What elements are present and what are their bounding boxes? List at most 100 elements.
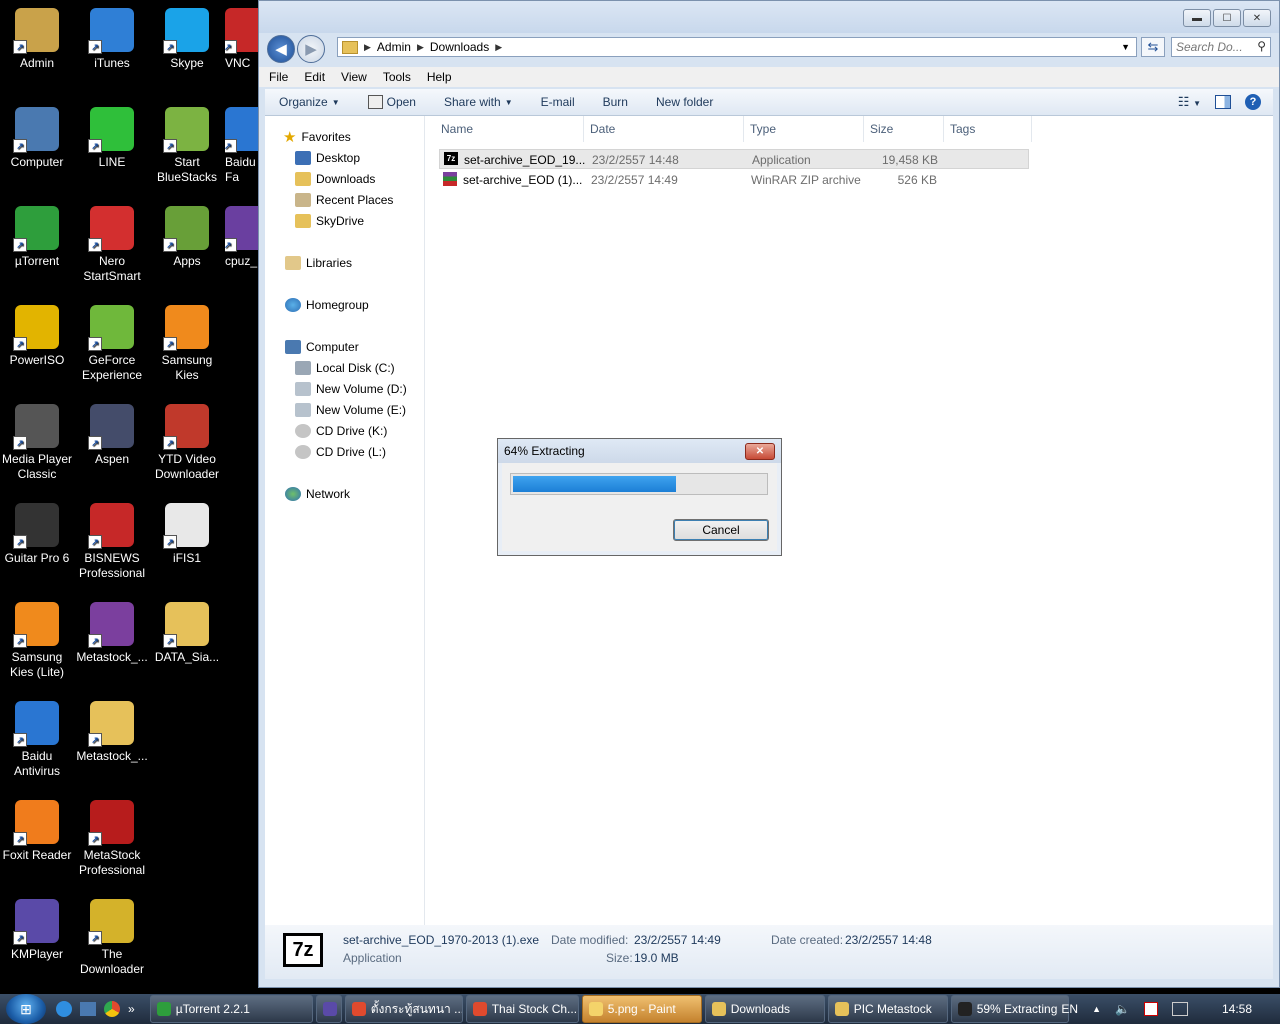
desktop-icon-nero-startsmart[interactable]: ↗ Nero StartSmart xyxy=(75,206,149,284)
explorer-titlebar[interactable]: ▬ ☐ ✕ xyxy=(259,1,1279,33)
nav-volume-e[interactable]: New Volume (E:) xyxy=(295,400,406,420)
nav-computer[interactable]: Computer xyxy=(285,337,359,357)
desktop-icon-itunes[interactable]: ↗ iTunes xyxy=(75,8,149,71)
desktop-icon-apps[interactable]: ↗ Apps xyxy=(150,206,224,269)
back-button[interactable]: ◀ xyxy=(267,35,295,63)
nav-network[interactable]: Network xyxy=(285,484,350,504)
taskbar-button[interactable] xyxy=(315,995,342,1023)
desktop-icon-admin[interactable]: ↗ Admin xyxy=(0,8,74,71)
nav-favorites[interactable]: ★ Favorites xyxy=(283,127,351,147)
clock[interactable]: 14:58 xyxy=(1222,1002,1252,1016)
desktop-icon-skype[interactable]: ↗ Skype xyxy=(150,8,224,71)
taskbar-button[interactable]: 5.png - Paint xyxy=(581,995,702,1023)
address-bar[interactable]: ▶ Admin ▶ Downloads ▶ ▼ xyxy=(337,37,1137,57)
nav-recent-places[interactable]: Recent Places xyxy=(295,190,393,210)
taskbar-button[interactable]: 59% Extracting xyxy=(950,995,1069,1023)
taskbar-button[interactable]: ตั้งกระทู้สนทนา ... xyxy=(344,995,463,1023)
email-button[interactable]: E-mail xyxy=(527,95,589,109)
desktop-icon-metastock-professional[interactable]: ↗ MetaStock Professional xyxy=(75,800,149,878)
network-tray-icon[interactable] xyxy=(1171,1002,1188,1016)
minimize-button[interactable]: ▬ xyxy=(1183,9,1211,27)
desktop-icon-bisnews-professional[interactable]: ↗ BISNEWS Professional xyxy=(75,503,149,581)
close-button[interactable]: ✕ xyxy=(1243,9,1271,27)
menu-tools[interactable]: Tools xyxy=(383,70,411,84)
taskbar-button[interactable]: Thai Stock Ch... xyxy=(465,995,579,1023)
menu-view[interactable]: View xyxy=(341,70,367,84)
taskbar-button[interactable]: PIC Metastock xyxy=(827,995,948,1023)
desktop-icon-baidu-antivirus[interactable]: ↗ Baidu Antivirus xyxy=(0,701,74,779)
desktop-icon-the-downloader[interactable]: ↗ The Downloader xyxy=(75,899,149,977)
burn-button[interactable]: Burn xyxy=(589,95,642,109)
breadcrumb-admin[interactable]: Admin xyxy=(377,40,411,54)
start-button[interactable]: ⊞ xyxy=(6,994,46,1024)
desktop-icon-torrent[interactable]: ↗ µTorrent xyxy=(0,206,74,269)
nav-local-disk-c[interactable]: Local Disk (C:) xyxy=(295,358,395,378)
app-icon: ↗ xyxy=(88,701,134,747)
column-type[interactable]: Type xyxy=(744,116,864,142)
desktop-icon-start-bluestacks[interactable]: ↗ Start BlueStacks xyxy=(150,107,224,185)
desktop-icon-metastock[interactable]: ↗ Metastock_... xyxy=(75,701,149,764)
nav-skydrive[interactable]: SkyDrive xyxy=(295,211,364,231)
desktop-icon-ifis1[interactable]: ↗ iFIS1 xyxy=(150,503,224,566)
menu-file[interactable]: File xyxy=(269,70,288,84)
desktop-icon-ytd-video-downloader[interactable]: ↗ YTD Video Downloader xyxy=(150,404,224,482)
maximize-button[interactable]: ☐ xyxy=(1213,9,1241,27)
open-button[interactable]: Open xyxy=(354,95,430,109)
forward-button[interactable]: ▶ xyxy=(297,35,325,63)
view-options-icon[interactable]: ☷ ▼ xyxy=(1178,94,1201,110)
nav-cd-drive-k[interactable]: CD Drive (K:) xyxy=(295,421,387,441)
desktop-icon-guitar-pro-6[interactable]: ↗ Guitar Pro 6 xyxy=(0,503,74,566)
desktop-icon-poweriso[interactable]: ↗ PowerISO xyxy=(0,305,74,368)
show-desktop-icon[interactable] xyxy=(80,1002,96,1016)
menu-edit[interactable]: Edit xyxy=(304,70,325,84)
desktop-icon-cpuz[interactable]: ↗ cpuz_ xyxy=(225,206,258,269)
desktop-icon-computer[interactable]: ↗ Computer xyxy=(0,107,74,170)
desktop-icon-aspen[interactable]: ↗ Aspen xyxy=(75,404,149,467)
taskbar-button[interactable]: Downloads xyxy=(704,995,825,1023)
desktop-icon-media-player-classic[interactable]: ↗ Media Player Classic xyxy=(0,404,74,482)
flag-icon[interactable] xyxy=(1143,1002,1158,1016)
desktop-icon-samsung-kies-lite[interactable]: ↗ Samsung Kies (Lite) xyxy=(0,602,74,680)
desktop-icon-samsung-kies[interactable]: ↗ Samsung Kies xyxy=(150,305,224,383)
search-input[interactable]: Search Do... ⚲ xyxy=(1171,37,1271,57)
chrome-icon[interactable] xyxy=(104,1001,120,1017)
volume-icon[interactable]: 🔈 xyxy=(1115,1002,1130,1016)
desktop-icon-geforce-experience[interactable]: ↗ GeForce Experience xyxy=(75,305,149,383)
nav-volume-d[interactable]: New Volume (D:) xyxy=(295,379,407,399)
menu-help[interactable]: Help xyxy=(427,70,452,84)
new-folder-button[interactable]: New folder xyxy=(642,95,727,109)
nav-cd-drive-l[interactable]: CD Drive (L:) xyxy=(295,442,386,462)
desktop-icon-vnc[interactable]: ↗ VNC xyxy=(225,8,258,71)
tray-expand-icon[interactable]: ▲ xyxy=(1092,1004,1101,1014)
breadcrumb-downloads[interactable]: Downloads xyxy=(430,40,489,54)
column-date[interactable]: Date xyxy=(584,116,744,142)
file-row[interactable]: set-archive_EOD (1)... 23/2/2557 14:49 W… xyxy=(439,170,1029,190)
dialog-titlebar[interactable]: 64% Extracting xyxy=(498,439,781,463)
organize-button[interactable]: Organize ▼ xyxy=(265,95,354,109)
refresh-button[interactable]: ⇆ xyxy=(1141,37,1165,57)
cancel-button[interactable]: Cancel xyxy=(673,519,769,541)
column-name[interactable]: Name xyxy=(435,116,584,142)
column-size[interactable]: Size xyxy=(864,116,944,142)
taskbar-button[interactable]: µTorrent 2.2.1 xyxy=(149,995,313,1023)
share-with-button[interactable]: Share with ▼ xyxy=(430,95,527,109)
help-icon[interactable]: ? xyxy=(1245,94,1261,110)
nav-homegroup[interactable]: Homegroup xyxy=(285,295,369,315)
nav-downloads[interactable]: Downloads xyxy=(295,169,375,189)
column-tags[interactable]: Tags xyxy=(944,116,1032,142)
ie-icon[interactable] xyxy=(56,1001,72,1017)
language-indicator[interactable]: EN xyxy=(1061,1002,1078,1016)
dialog-close-button[interactable]: ✕ xyxy=(745,443,775,460)
preview-pane-icon[interactable] xyxy=(1215,95,1231,109)
desktop-icon-baidu-fa[interactable]: ↗ Baidu Fa xyxy=(225,107,258,185)
desktop-icon-line[interactable]: ↗ LINE xyxy=(75,107,149,170)
desktop-icon-foxit-reader[interactable]: ↗ Foxit Reader xyxy=(0,800,74,863)
file-row[interactable]: 7z set-archive_EOD_19... 23/2/2557 14:48… xyxy=(439,149,1029,169)
desktop-icon-kmplayer[interactable]: ↗ KMPlayer xyxy=(0,899,74,962)
desktop-icon-data-sia[interactable]: ↗ DATA_Sia... xyxy=(150,602,224,665)
quick-launch-more-icon[interactable]: » xyxy=(128,1002,135,1016)
nav-libraries[interactable]: Libraries xyxy=(285,253,352,273)
chevron-down-icon[interactable]: ▼ xyxy=(1121,42,1130,52)
desktop-icon-metastock[interactable]: ↗ Metastock_... xyxy=(75,602,149,665)
nav-desktop[interactable]: Desktop xyxy=(295,148,360,168)
